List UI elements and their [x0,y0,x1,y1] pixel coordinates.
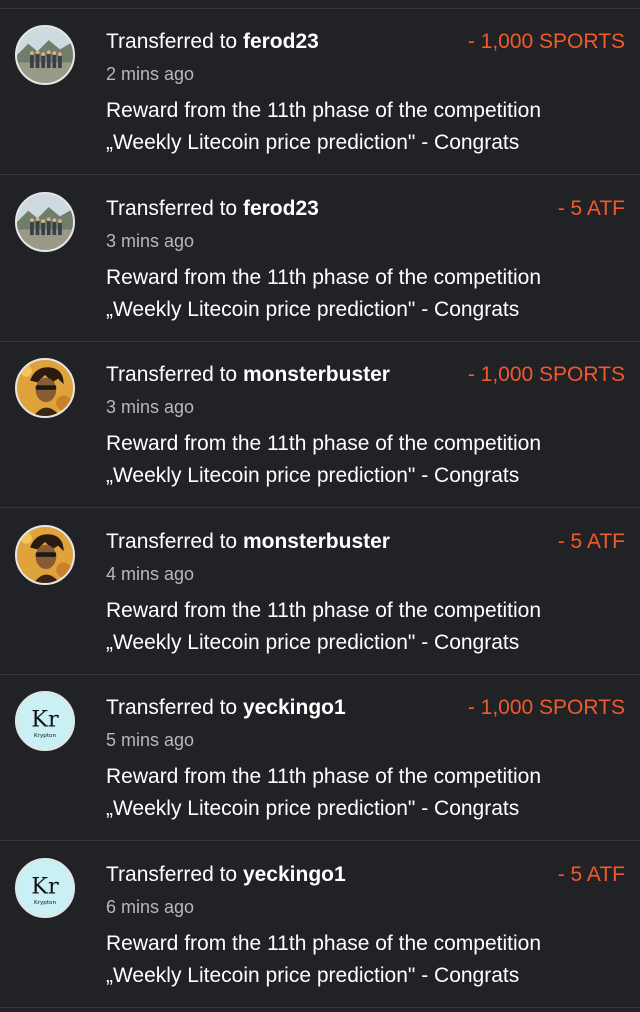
portrait-art-icon [17,360,73,416]
transaction-row[interactable]: Transferred to monsterbuster - 5 ATF 4 m… [0,509,640,675]
transfer-prefix: Transferred to [106,30,238,53]
avatar[interactable] [15,25,75,85]
transfer-prefix: Transferred to [106,197,238,220]
timestamp: 2 mins ago [106,64,195,84]
transfer-memo: Reward from the 11th phase of the compet… [106,595,626,659]
memo-line: Reward from the 11th phase of the compet… [106,599,542,622]
transaction-row[interactable]: Transferred to ferod23 - 5 ATF 3 mins ag… [0,176,640,342]
element-symbol: Kr [31,707,59,733]
recipient-link[interactable]: ferod23 [243,197,319,220]
timestamp: 3 mins ago [106,231,195,251]
recipient-link[interactable]: monsterbuster [243,530,390,553]
memo-line: Reward from the 11th phase of the compet… [106,266,542,289]
transfer-title: Transferred to ferod23 [106,196,319,222]
transfer-prefix: Transferred to [106,363,238,386]
transaction-row[interactable]: Kr Krypton Transferred to yeckingo1 - 1,… [0,675,640,841]
recipient-link[interactable]: yeckingo1 [243,696,346,719]
transfer-memo: Reward from the 11th phase of the compet… [106,428,626,492]
transfer-prefix: Transferred to [106,696,238,719]
transaction-feed: Transferred to ferod23 - 1,000 SPORTS 2 … [0,0,640,1012]
avatar[interactable] [15,192,75,252]
group-photo-icon [17,27,73,83]
timestamp: 4 mins ago [106,564,195,584]
transfer-memo: Reward from the 11th phase of the compet… [106,262,626,326]
transfer-memo: Reward from the 11th phase of the compet… [106,928,626,992]
element-symbol: Kr [31,874,59,900]
memo-line: „Weekly Litecoin price prediction" - Con… [106,464,520,487]
memo-line: „Weekly Litecoin price prediction" - Con… [106,631,520,654]
memo-line: „Weekly Litecoin price prediction" - Con… [106,298,520,321]
recipient-link[interactable]: ferod23 [243,30,319,53]
transfer-title: Transferred to yeckingo1 [106,862,346,888]
memo-line: Reward from the 11th phase of the compet… [106,932,542,955]
timestamp: 3 mins ago [106,397,195,417]
transfer-memo: Reward from the 11th phase of the compet… [106,95,626,159]
transfer-title: Transferred to monsterbuster [106,529,390,555]
transfer-amount: - 1,000 SPORTS [467,696,625,719]
transfer-amount: - 5 ATF [557,530,625,553]
memo-line: „Weekly Litecoin price prediction" - Con… [106,131,520,154]
recipient-link[interactable]: monsterbuster [243,363,390,386]
transfer-title: Transferred to ferod23 [106,29,319,55]
recipient-link[interactable]: yeckingo1 [243,863,346,886]
memo-line: „Weekly Litecoin price prediction" - Con… [106,797,520,820]
krypton-element-icon: Kr Krypton [17,693,73,749]
transaction-row[interactable]: Transferred to ferod23 - 1,000 SPORTS 2 … [0,9,640,175]
memo-line: Reward from the 11th phase of the compet… [106,99,542,122]
transfer-amount: - 5 ATF [557,863,625,886]
transfer-prefix: Transferred to [106,863,238,886]
element-name: Krypton [34,733,56,739]
memo-line: „Weekly Litecoin price prediction" - Con… [106,964,520,987]
avatar[interactable] [15,525,75,585]
group-photo-icon [17,194,73,250]
timestamp: 6 mins ago [106,897,195,917]
transfer-title: Transferred to yeckingo1 [106,695,346,721]
transfer-amount: - 1,000 SPORTS [467,363,625,386]
timestamp: 5 mins ago [106,730,195,750]
memo-line: Reward from the 11th phase of the compet… [106,765,542,788]
krypton-element-icon: Kr Krypton [17,860,73,916]
avatar[interactable]: Kr Krypton [15,691,75,751]
transfer-amount: - 1,000 SPORTS [467,30,625,53]
transaction-row[interactable]: Kr Krypton Transferred to yeckingo1 - 5 … [0,842,640,1008]
transfer-prefix: Transferred to [106,530,238,553]
transfer-memo: Reward from the 11th phase of the compet… [106,761,626,825]
transfer-amount: - 5 ATF [557,197,625,220]
transaction-row[interactable]: Transferred to monsterbuster - 1,000 SPO… [0,342,640,508]
memo-line: Reward from the 11th phase of the compet… [106,432,542,455]
element-name: Krypton [34,900,56,906]
avatar[interactable] [15,358,75,418]
portrait-art-icon [17,527,73,583]
transfer-title: Transferred to monsterbuster [106,362,390,388]
avatar[interactable]: Kr Krypton [15,858,75,918]
